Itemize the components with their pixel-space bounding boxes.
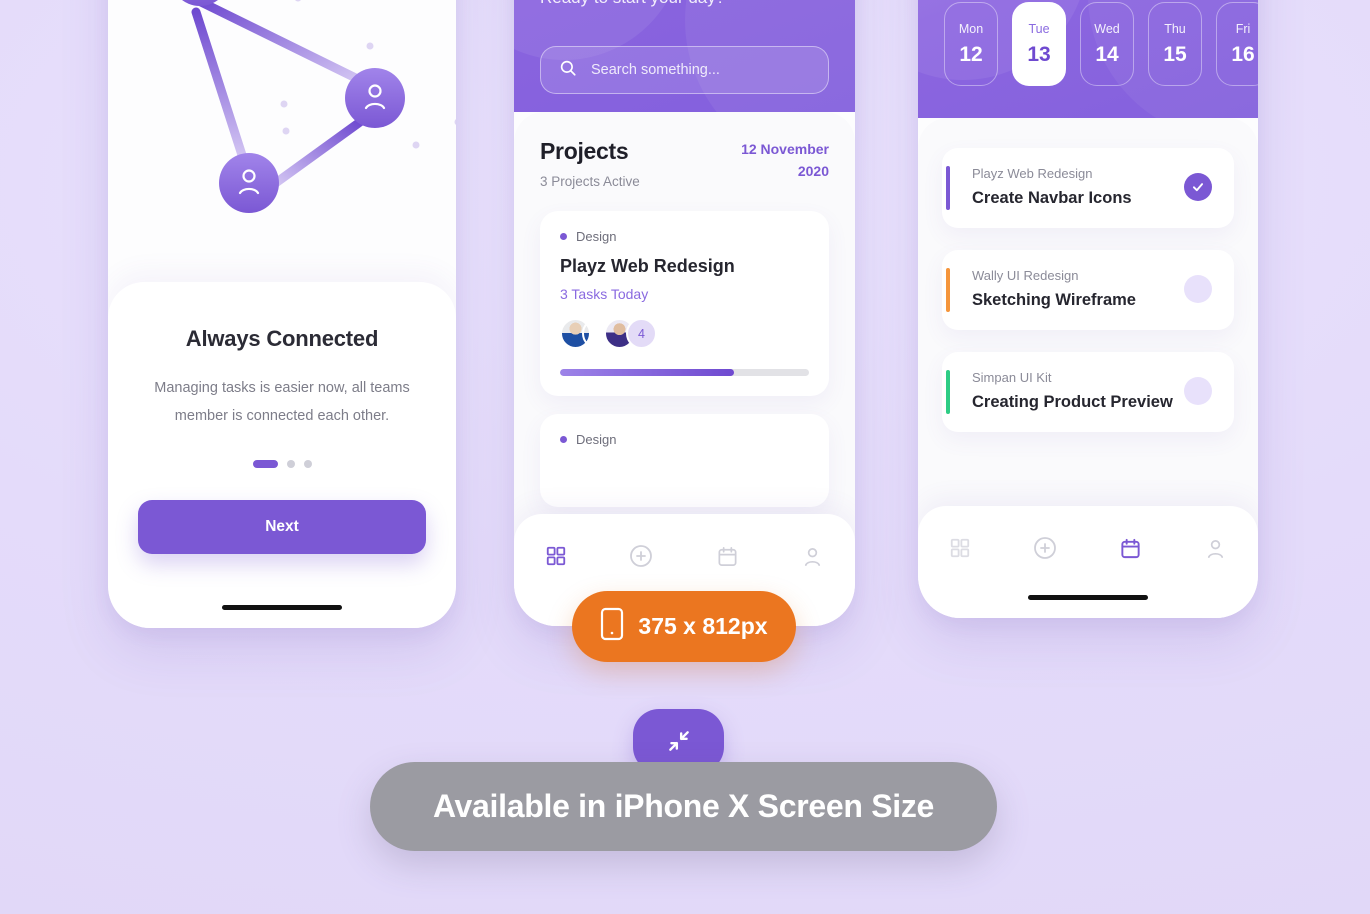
onboarding-description: Managing tasks is easier now, all teams … [154,380,410,424]
project-tag: Design [560,229,809,244]
plus-circle-icon [1034,537,1056,559]
tag-dot-icon [560,233,567,240]
project-progress-bar [560,369,809,376]
day-chip-wed[interactable]: Wed 14 [1080,2,1134,86]
tab-profile[interactable] [1204,537,1227,560]
day-chip-tue[interactable]: Tue 13 [1012,2,1066,86]
screen-size-label: 375 x 812px [638,613,768,639]
day-name: Mon [958,21,984,36]
task-checkbox-checked[interactable] [1184,173,1212,201]
availability-banner: Available in iPhone X Screen Size [370,762,997,851]
search-icon [559,59,577,82]
home-indicator [1028,595,1148,600]
project-card[interactable]: Design [540,414,829,507]
day-name: Fri [1235,21,1251,36]
task-title: Create Navbar Icons [972,189,1132,207]
avatar-overflow-count: 4 [626,318,657,349]
onboarding-title: Always Connected [185,326,379,351]
task-color-bar [946,370,950,414]
grid-icon [950,538,970,558]
day-number: 12 [959,42,983,66]
current-date: 12 November 2020 [741,138,829,189]
day-name: Tue [1028,21,1050,36]
task-checkbox[interactable] [1184,275,1212,303]
tab-add[interactable] [629,544,653,568]
calendar-icon [1121,538,1140,558]
week-day-selector: Mon 12 Tue 13 Wed 14 Thu 15 Fri 16 [944,2,1258,86]
date-day-month: 12 November [741,141,829,157]
person-icon [1207,539,1224,558]
task-project-name: Playz Web Redesign [972,166,1093,181]
search-bar[interactable] [540,46,829,94]
date-year: 2020 [797,163,829,179]
onboarding-card: Always Connected Managing tasks is easie… [108,282,456,628]
projects-sheet-header: Projects 3 Projects Active 12 November 2… [514,112,855,189]
phone-mockup-onboarding: Always Connected Managing tasks is easie… [108,0,456,628]
task-item[interactable]: Wally UI Redesign Sketching Wireframe [942,250,1234,330]
day-number: 16 [1231,42,1255,66]
pagination-dots [138,460,426,468]
phone-mockup-calendar: Mon 12 Tue 13 Wed 14 Thu 15 Fri 16 Playz… [918,0,1258,618]
design-showcase-canvas: Always Connected Managing tasks is easie… [0,0,1370,914]
mobile-icon [600,607,624,647]
next-button[interactable]: Next [138,500,426,554]
task-item[interactable]: Simpan UI Kit Creating Product Preview [942,352,1234,432]
project-title: Playz Web Redesign [560,256,735,276]
project-card[interactable]: Design Playz Web Redesign 3 Tasks Today … [540,211,829,396]
plus-circle-icon [630,545,653,567]
project-category: Design [576,229,617,244]
tab-calendar[interactable] [1119,537,1142,560]
day-name: Thu [1164,21,1186,36]
phone-mockup-projects: Ready to start your day? Projects 3 Proj… [514,0,855,626]
task-color-bar [946,268,950,312]
task-title: Sketching Wireframe [972,291,1136,309]
day-chip-fri[interactable]: Fri 16 [1216,2,1258,86]
home-indicator [222,605,342,610]
check-icon [1192,183,1204,192]
avatar-group: 4 [560,318,809,349]
projects-active-count: 3 Projects Active [540,174,640,189]
tab-dashboard[interactable] [949,537,971,559]
page-title: Projects [540,138,629,164]
pagination-dot-2[interactable] [286,460,295,468]
collapse-arrows-icon [668,731,689,751]
day-number: 13 [1027,42,1051,66]
pagination-dot-1[interactable] [252,460,278,468]
pagination-dot-3[interactable] [303,460,312,468]
availability-label: Available in iPhone X Screen Size [432,788,935,824]
task-checkbox[interactable] [1184,377,1212,405]
greeting-text: Ready to start your day? [540,0,725,8]
calendar-icon [718,546,737,566]
task-item[interactable]: Playz Web Redesign Create Navbar Icons [942,148,1234,228]
day-chip-mon[interactable]: Mon 12 [944,2,998,86]
project-task-count: 3 Tasks Today [560,286,649,302]
day-chip-thu[interactable]: Thu 15 [1148,2,1202,86]
day-number: 14 [1095,42,1119,66]
search-input[interactable] [591,62,810,78]
project-tag: Design [560,432,809,447]
day-number: 15 [1163,42,1187,66]
tab-dashboard[interactable] [545,545,567,567]
tab-calendar[interactable] [716,545,739,568]
person-icon [804,547,820,566]
task-title: Creating Product Preview [972,393,1173,411]
task-project-name: Wally UI Redesign [972,268,1079,283]
task-color-bar [946,166,950,210]
screen-size-badge: 375 x 812px [572,591,796,662]
project-category: Design [576,432,617,447]
day-name: Wed [1094,21,1120,36]
tab-add[interactable] [1033,536,1057,560]
task-project-name: Simpan UI Kit [972,370,1052,385]
tag-dot-icon [560,436,567,443]
grid-icon [546,546,566,566]
project-progress-fill [560,369,735,376]
bottom-tab-bar [918,506,1258,618]
tab-profile[interactable] [801,545,824,568]
